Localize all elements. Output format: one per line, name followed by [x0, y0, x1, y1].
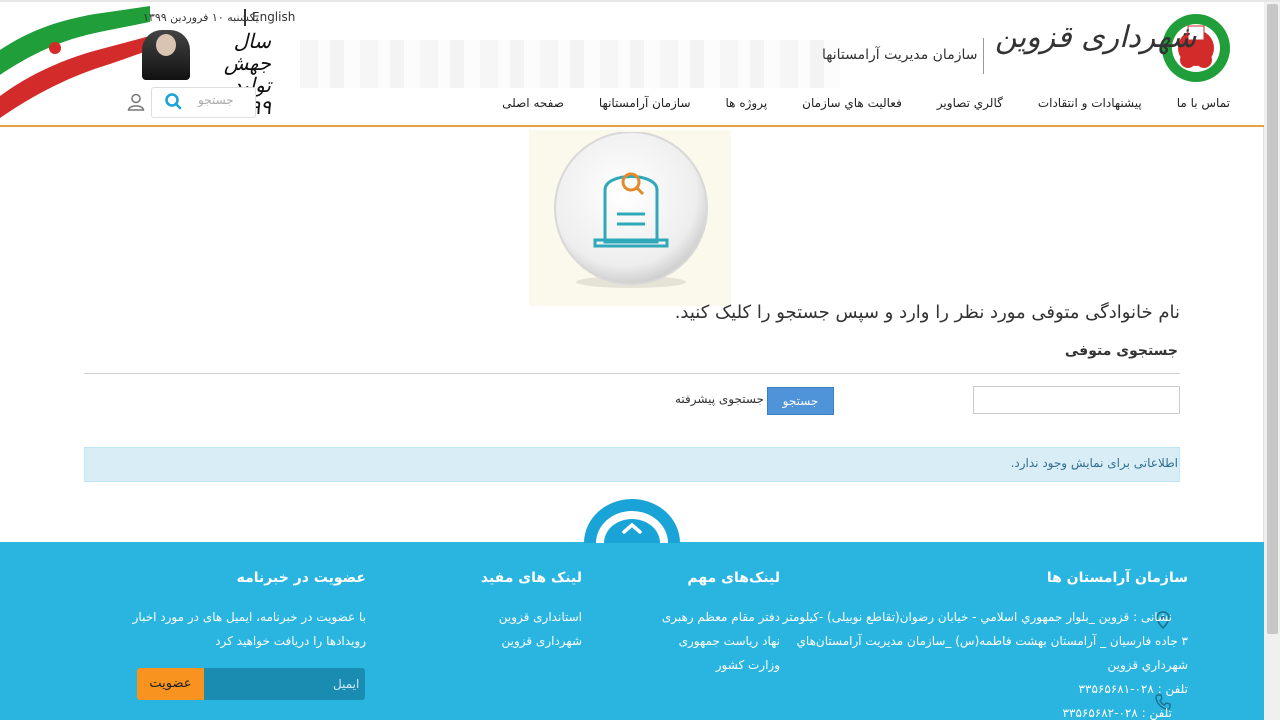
header-divider — [0, 125, 1264, 127]
language-separator — [244, 9, 246, 26]
leader-portrait-face — [156, 34, 176, 56]
nav-feedback[interactable]: پیشنهادات و انتقادات — [1038, 96, 1142, 110]
nav-cemeteries-org[interactable]: سازمان آرامستانها — [599, 96, 691, 110]
search-instruction: نام خانوادگی متوفی مورد نظر را وارد و سپ… — [674, 302, 1180, 323]
footer-address-line-1: نشانی : قزوين _بلوار جمهوري اسلامي - خيا… — [782, 610, 1172, 624]
newsletter-email-placeholder: ایمیل — [333, 677, 360, 691]
newsletter-description-line-2: رویدادها را دریافت خواهید کرد — [215, 634, 366, 648]
nav-projects[interactable]: پروژه ها — [726, 96, 768, 110]
footer-address-line-2: ۳ جاده فارسیان _ آرامستان بهشت فاطمه(س) … — [796, 634, 1188, 648]
info-alert-text: اطلاعاتی برای نمایش وجود ندارد. — [1010, 456, 1178, 470]
footer-newsletter-title: عضویت در خبرنامه — [236, 570, 366, 586]
footer-org-title: سازمان آرامستان ها — [1046, 570, 1188, 586]
user-account-icon[interactable] — [126, 92, 146, 112]
nav-home[interactable]: صفحه اصلی — [502, 96, 564, 110]
footer-link-presidency[interactable]: نهاد ریاست جمهوری — [679, 634, 780, 648]
nav-contact[interactable]: تماس با ما — [1177, 96, 1230, 110]
scrollbar-thumb[interactable] — [1267, 4, 1278, 634]
newsletter-description-line-1: با عضویت در خبرنامه، ایمیل های در مورد ا… — [132, 610, 366, 624]
organization-name: سازمان مدیریت آرامستانها — [822, 47, 978, 63]
gravestone-search-icon — [554, 132, 708, 288]
footer-link-municipality[interactable]: شهرداری قزوین — [501, 634, 582, 648]
advanced-search-link[interactable]: جستجوی پیشرفته — [675, 392, 764, 406]
nav-gallery[interactable]: گالري تصاوير — [937, 96, 1003, 110]
footer-important-links-title: لینک‌های مهم — [687, 570, 780, 586]
search-icon[interactable] — [160, 90, 186, 112]
scroll-to-top-icon[interactable] — [582, 498, 682, 543]
top-border — [0, 0, 1280, 2]
search-button[interactable]: جستجو — [767, 387, 834, 415]
skyline-decoration — [300, 40, 840, 88]
footer-useful-links-title: لینک های مفید — [480, 570, 582, 586]
brand-separator — [983, 38, 984, 74]
footer-link-leader-office[interactable]: دفتر مقام معظم رهبری — [662, 610, 780, 624]
brand-name: شهرداری قزوین — [995, 20, 1197, 55]
footer-phone-2: تلفن : ۰۲۸-۳۳۵۶۵۶۸۲ — [1062, 706, 1172, 720]
header-search-placeholder: جستجو — [198, 93, 234, 107]
english-language-link[interactable]: English — [252, 10, 295, 24]
footer-address-line-3: شهرداري قزوين — [1107, 658, 1188, 672]
footer-link-governorate[interactable]: استانداری قزوین — [499, 610, 582, 624]
deceased-surname-input[interactable] — [973, 386, 1180, 414]
section-title: جستجوی متوفی — [1064, 343, 1178, 359]
main-navigation: صفحه اصلی سازمان آرامستانها پروژه ها فعا… — [502, 96, 1230, 110]
section-divider — [84, 373, 1180, 374]
footer-link-interior-ministry[interactable]: وزارت کشور — [716, 658, 780, 672]
subscribe-button[interactable]: عضویت — [137, 668, 204, 700]
current-date: یکشنبه ۱۰ فروردین ۱۳۹۹ — [143, 11, 259, 24]
nav-activities[interactable]: فعالیت هاي سازمان — [802, 96, 902, 110]
